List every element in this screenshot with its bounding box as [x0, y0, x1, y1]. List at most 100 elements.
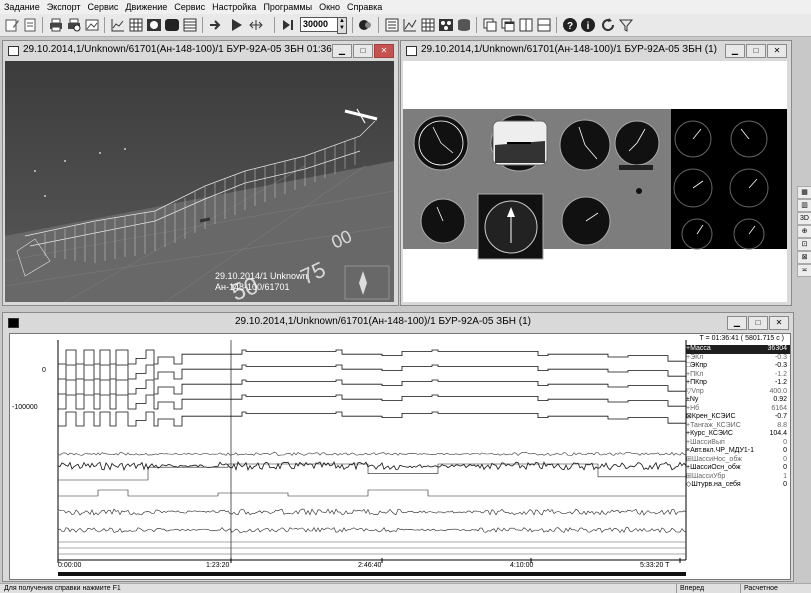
maximize-button[interactable]: □: [353, 44, 373, 58]
parameter-value: -0.3: [774, 353, 787, 361]
time-step-input[interactable]: 30000: [300, 17, 338, 32]
instruments-icon[interactable]: [146, 17, 162, 33]
print-preview-icon[interactable]: [66, 17, 82, 33]
list-icon[interactable]: [384, 17, 400, 33]
step-forward-icon[interactable]: [208, 17, 224, 33]
x-label: 0:00:00: [58, 562, 82, 569]
filter-icon[interactable]: [618, 17, 634, 33]
timeline-scrollbar[interactable]: [58, 572, 686, 576]
parameter-trace: [57, 452, 687, 456]
side-tool-scale[interactable]: ▥: [797, 199, 811, 212]
info-icon[interactable]: i: [580, 17, 596, 33]
minimize-button[interactable]: ▁: [332, 44, 352, 58]
window-graph-titlebar: 29.10.2014,1/Unknown/61701(Ан-148-100)/1…: [3, 313, 793, 332]
menu-help[interactable]: Справка: [343, 0, 385, 13]
window-instruments-titlebar: 29.10.2014,1/Unknown/61701(Ан-148-100)/1…: [401, 41, 791, 60]
parameter-name: +ПКпр: [686, 379, 707, 386]
maximize-button[interactable]: □: [746, 44, 766, 58]
sync-icon[interactable]: [248, 17, 264, 33]
menu-export[interactable]: Экспорт: [43, 0, 84, 13]
print-icon[interactable]: [48, 17, 64, 33]
parameter-trace: [58, 411, 686, 427]
parameter-legend-row[interactable]: +ПКл -1.2: [686, 371, 790, 380]
menu-service-2[interactable]: Сервис: [170, 0, 208, 13]
parameter-legend-row[interactable]: ◇Штурв.на_себя 0: [686, 481, 790, 490]
menu-movement[interactable]: Движение: [121, 0, 170, 13]
parameter-value: 6164: [771, 404, 787, 412]
menu-zadanie[interactable]: Задание: [0, 0, 43, 13]
parameter-name: ◇Штурв.на_себя: [686, 481, 741, 488]
close-button[interactable]: ✕: [374, 44, 394, 58]
menu-service[interactable]: Сервис: [84, 0, 122, 13]
side-tool-frame[interactable]: ⊡: [797, 238, 811, 251]
dashboard-icon[interactable]: [438, 17, 454, 33]
parameter-legend-row[interactable]: +ПКпр -1.2: [686, 379, 790, 388]
parameter-legend-row[interactable]: ⊞ШассиУбр 1: [686, 473, 790, 482]
parameter-value: 400.0: [769, 387, 787, 395]
parameter-legend-row[interactable]: +ШассиВып 0: [686, 439, 790, 448]
parameter-legend-row[interactable]: +ЭКл -0.3: [686, 354, 790, 363]
minimize-button[interactable]: ▁: [725, 44, 745, 58]
copy-window-icon[interactable]: [482, 17, 498, 33]
side-tool-3d[interactable]: 3D: [797, 212, 811, 225]
graph-icon[interactable]: [402, 17, 418, 33]
menu-window[interactable]: Окно: [315, 0, 343, 13]
table-icon[interactable]: [128, 17, 144, 33]
chart-icon[interactable]: [110, 17, 126, 33]
parameter-legend: +Масса 36304 +ЭКл -0.3 □ЭКпр -0.3 +ПКл -1.2 +ПКп…: [686, 345, 790, 490]
parameter-legend-row[interactable]: ⊠Крен_КСЭИС -0.7: [686, 413, 790, 422]
go-to-end-icon[interactable]: [280, 17, 296, 33]
menu-settings[interactable]: Настройка: [208, 0, 259, 13]
parameter-legend-row[interactable]: +Тангаж_КСЭИС 8.8: [686, 422, 790, 431]
parameter-name: □ЭКпр: [686, 362, 708, 369]
menu-programs[interactable]: Программы: [259, 0, 315, 13]
help-icon[interactable]: ?: [562, 17, 578, 33]
flight-3d-scene[interactable]: 00 75 50 29.10.2014/1 Unknown Ан-148-100…: [5, 61, 394, 302]
dark-panel-icon[interactable]: [164, 17, 180, 33]
side-tool-collapse[interactable]: ≍: [797, 264, 811, 277]
parameter-trace: [58, 364, 686, 380]
tile-horizontal-icon[interactable]: [536, 17, 552, 33]
parameter-value: -0.3: [774, 362, 787, 369]
maximize-button[interactable]: □: [748, 316, 768, 330]
cascade-icon[interactable]: [500, 17, 516, 33]
flight-3d-render: 00 75 50: [5, 61, 394, 302]
parameter-legend-row[interactable]: +Курс_КСЭИС 104.4: [686, 430, 790, 439]
side-tool-globe[interactable]: ⊕: [797, 225, 811, 238]
minimize-button[interactable]: ▁: [727, 316, 747, 330]
graph-area[interactable]: T = 01:36:41 ( 5801.715 c ) +Масса 36304 +…: [9, 333, 791, 580]
parameter-name: +Тангаж_КСЭИС: [686, 421, 741, 429]
side-tool-grid[interactable]: ▦: [797, 186, 811, 199]
record-icon[interactable]: [357, 17, 373, 33]
tile-vertical-icon[interactable]: [518, 17, 534, 33]
parameter-legend-row[interactable]: ⊞ШассиНос_обж 0: [686, 456, 790, 465]
parameter-trace: [58, 394, 686, 410]
document-icon[interactable]: [22, 17, 38, 33]
close-button[interactable]: ✕: [767, 44, 787, 58]
time-step-spinner[interactable]: ▲ ▼: [337, 17, 347, 34]
parameter-legend-row[interactable]: +ШассиОсн_обж 0: [686, 464, 790, 473]
parameter-legend-row[interactable]: □ЭКпр -0.3: [686, 362, 790, 371]
parameter-name: ×Авт.вкл.ЧР_МДУ1-1: [686, 447, 755, 454]
parameter-value: 1: [783, 472, 787, 480]
parameter-legend-row[interactable]: +Hб 6164: [686, 405, 790, 414]
table-view-icon[interactable]: [420, 17, 436, 33]
parameter-trace: [58, 463, 686, 481]
database-icon[interactable]: [456, 17, 472, 33]
instrument-gauges: [403, 109, 787, 260]
play-icon[interactable]: [228, 17, 244, 33]
parameter-trace: [58, 489, 686, 497]
parameter-legend-row[interactable]: ▽Vпр 400.0: [686, 388, 790, 397]
parameter-trace: [58, 379, 686, 395]
grid-icon[interactable]: [182, 17, 198, 33]
parameter-legend-row[interactable]: ×Авт.вкл.ЧР_МДУ1-1 0: [686, 447, 790, 456]
refresh-icon[interactable]: [600, 17, 616, 33]
close-button[interactable]: ✕: [769, 316, 789, 330]
parameter-legend-row[interactable]: +Масса 36304: [686, 345, 790, 354]
parameter-legend-row[interactable]: ±Ny 0.92: [686, 396, 790, 405]
side-tool-zoom[interactable]: ⊠: [797, 251, 811, 264]
export-image-icon[interactable]: [84, 17, 100, 33]
edit-icon[interactable]: [4, 17, 20, 33]
parameter-value: -1.2: [774, 370, 787, 378]
window-3d-controls: ▁ □ ✕: [331, 44, 394, 58]
